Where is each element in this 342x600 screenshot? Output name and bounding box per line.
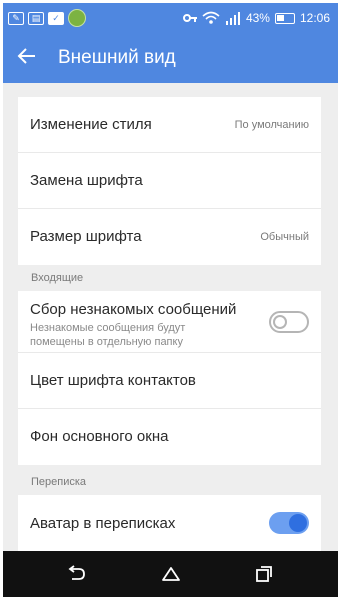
setting-font-replace[interactable]: Замена шрифта <box>18 153 321 209</box>
setting-label: Изменение стиля <box>30 116 152 133</box>
signal-icon <box>225 12 240 25</box>
nav-recents-icon[interactable] <box>253 563 275 585</box>
mail-notification-icon: ✓ <box>48 11 64 25</box>
conversation-settings-card: Аватар в переписках <box>18 495 321 555</box>
nav-back-icon[interactable] <box>65 563 87 585</box>
setting-description-line2: помещены в отдельную папку <box>30 336 183 348</box>
setting-label: Цвет шрифта контактов <box>30 372 196 389</box>
key-icon <box>182 14 197 22</box>
edit-notification-icon: ✎ <box>8 11 24 25</box>
clock: 12:06 <box>299 11 330 25</box>
section-header-conversation: Переписка <box>31 476 87 488</box>
setting-label: Сбор незнакомых сообщений <box>30 301 237 318</box>
general-settings-card: Изменение стиля По умолчанию Замена шриф… <box>18 97 321 265</box>
keyboard-notification-icon: ▤ <box>28 11 44 25</box>
page-title: Внешний вид <box>58 47 176 68</box>
navigation-bar <box>3 551 338 597</box>
setting-label: Аватар в переписках <box>30 515 176 532</box>
avatar-toggle[interactable] <box>269 512 309 534</box>
app-notification-icon <box>68 9 86 27</box>
setting-collect-unknown[interactable]: Сбор незнакомых сообщений Незнакомые соо… <box>18 291 321 353</box>
status-bar: ✎ ▤ ✓ 43% 12:06 <box>3 3 338 33</box>
setting-change-style[interactable]: Изменение стиля По умолчанию <box>18 97 321 153</box>
setting-avatar[interactable]: Аватар в переписках <box>18 495 321 555</box>
setting-main-background[interactable]: Фон основного окна <box>18 409 321 465</box>
setting-label: Замена шрифта <box>30 172 143 189</box>
notification-icons: ✎ ▤ ✓ <box>8 8 86 28</box>
back-arrow-icon[interactable] <box>17 46 41 70</box>
setting-description-line1: Незнакомые сообщения будут <box>30 322 186 334</box>
setting-value: Обычный <box>260 231 309 243</box>
incoming-settings-card: Сбор незнакомых сообщений Незнакомые соо… <box>18 291 321 465</box>
setting-contacts-font-color[interactable]: Цвет шрифта контактов <box>18 353 321 409</box>
battery-percent: 43% <box>245 11 270 25</box>
setting-font-size[interactable]: Размер шрифта Обычный <box>18 209 321 265</box>
toggle-knob <box>289 514 307 532</box>
settings-list: Изменение стиля По умолчанию Замена шриф… <box>3 83 338 555</box>
setting-label: Размер шрифта <box>30 228 142 245</box>
screen: ✎ ▤ ✓ 43% 12:06 Внешний вид Изменение ст… <box>3 3 338 597</box>
battery-icon <box>274 12 295 24</box>
status-indicators: 43% 12:06 <box>182 3 330 33</box>
setting-value: По умолчанию <box>234 119 309 131</box>
toggle-knob <box>273 315 287 329</box>
wifi-icon <box>202 11 220 24</box>
section-header-incoming: Входящие <box>31 272 84 284</box>
nav-home-icon[interactable] <box>160 563 182 585</box>
app-bar: Внешний вид <box>3 33 338 83</box>
setting-label: Фон основного окна <box>30 428 169 445</box>
collect-unknown-toggle[interactable] <box>269 311 309 333</box>
